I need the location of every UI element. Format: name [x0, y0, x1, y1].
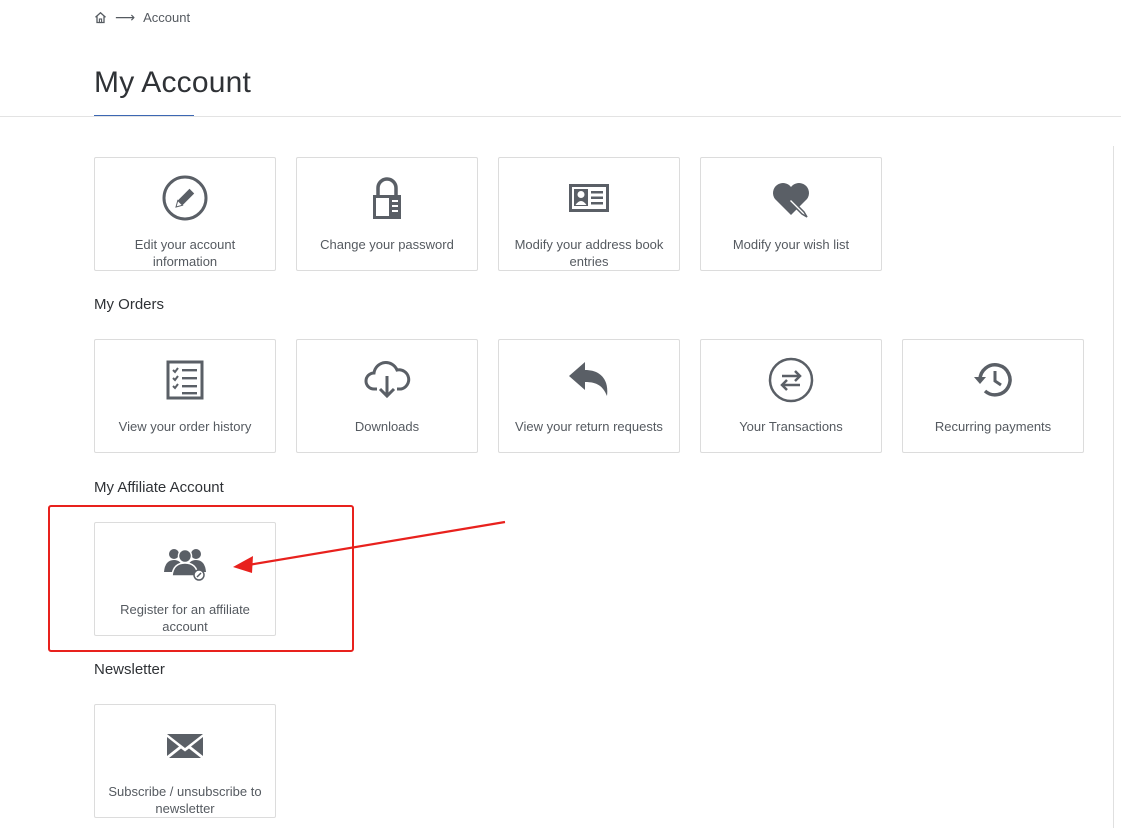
- transactions-label: Your Transactions: [739, 419, 843, 434]
- order-history-label: View your order history: [118, 419, 252, 434]
- address-book-label: Modify your address book entries: [514, 237, 664, 269]
- return-requests-tile[interactable]: View your return requests: [498, 339, 680, 453]
- downloads-tile[interactable]: Downloads: [296, 339, 478, 453]
- orders-tiles-row: View your order history Downloads View y…: [94, 339, 1084, 453]
- breadcrumb-current[interactable]: Account: [143, 10, 190, 25]
- downloads-label: Downloads: [354, 419, 420, 434]
- change-password-label: Change your password: [320, 237, 454, 252]
- my-affiliate-heading: My Affiliate Account: [94, 479, 224, 496]
- reply-arrow-icon: [565, 356, 613, 404]
- my-orders-heading: My Orders: [94, 296, 165, 313]
- newsletter-label: Subscribe / unsubscribe to newsletter: [108, 784, 262, 816]
- order-history-tile[interactable]: View your order history: [94, 339, 276, 453]
- envelope-icon: [161, 721, 209, 769]
- address-book-tile[interactable]: Modify your address book entries: [498, 157, 680, 271]
- checklist-icon: [161, 356, 209, 404]
- home-icon: [95, 11, 106, 23]
- page-title: My Account: [94, 66, 252, 99]
- change-password-tile[interactable]: Change your password: [296, 157, 478, 271]
- transactions-tile[interactable]: Your Transactions: [700, 339, 882, 453]
- edit-account-tile[interactable]: Edit your account information: [94, 157, 276, 271]
- affiliate-tiles-row: Register for an affiliate account: [94, 522, 276, 636]
- account-tiles-row: Edit your account information Change you…: [94, 157, 882, 271]
- register-affiliate-tile[interactable]: Register for an affiliate account: [94, 522, 276, 636]
- recurring-payments-tile[interactable]: Recurring payments: [902, 339, 1084, 453]
- newsletter-tiles-row: Subscribe / unsubscribe to newsletter: [94, 704, 276, 818]
- history-clock-icon: [969, 356, 1017, 404]
- heart-pencil-icon: [767, 174, 815, 222]
- breadcrumb-home-link[interactable]: [94, 11, 107, 24]
- register-affiliate-label: Register for an affiliate account: [120, 602, 250, 634]
- users-group-icon: [161, 539, 209, 587]
- wish-list-tile[interactable]: Modify your wish list: [700, 157, 882, 271]
- content-right-border: [1113, 146, 1114, 828]
- recurring-payments-label: Recurring payments: [934, 419, 1052, 434]
- lock-icon: [363, 174, 411, 222]
- title-divider: [0, 116, 1121, 117]
- exchange-arrows-icon: [767, 356, 815, 404]
- edit-account-label: Edit your account information: [134, 237, 236, 269]
- newsletter-subscription-tile[interactable]: Subscribe / unsubscribe to newsletter: [94, 704, 276, 818]
- breadcrumb-separator: ⟶: [115, 8, 136, 25]
- pencil-circle-icon: [161, 174, 209, 222]
- wish-list-label: Modify your wish list: [732, 237, 850, 252]
- newsletter-heading: Newsletter: [94, 661, 165, 678]
- breadcrumb: ⟶ Account: [94, 8, 190, 26]
- address-card-icon: [565, 174, 613, 222]
- cloud-download-icon: [363, 356, 411, 404]
- return-requests-label: View your return requests: [515, 419, 663, 434]
